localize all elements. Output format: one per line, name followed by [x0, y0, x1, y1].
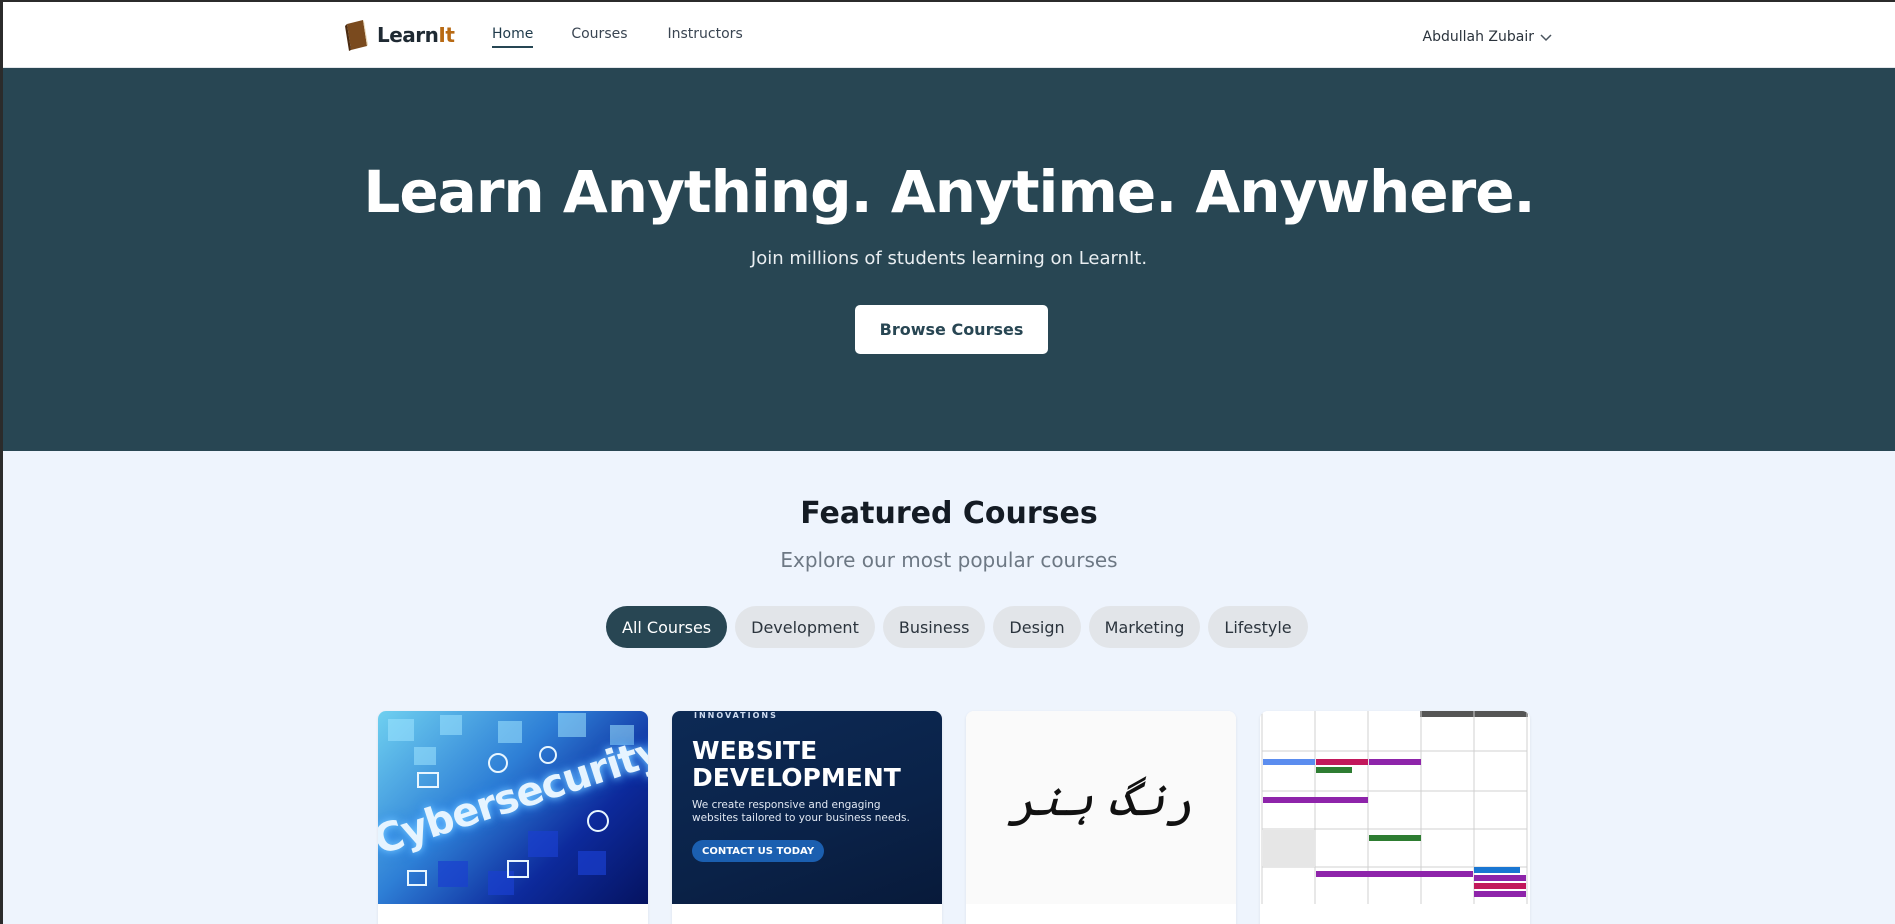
thumbnail-description: We create responsive and engaging websit…	[692, 799, 910, 824]
category-filters: All Courses Development Business Design …	[606, 606, 1308, 648]
thumbnail-calligraphy: رنگ ہنر	[1008, 771, 1193, 827]
filter-design[interactable]: Design	[993, 606, 1081, 648]
filter-lifestyle[interactable]: Lifestyle	[1208, 606, 1308, 648]
user-name: Abdullah Zubair	[1422, 28, 1534, 45]
featured-subtitle: Explore our most popular courses	[780, 548, 1118, 572]
browse-courses-button[interactable]: Browse Courses	[855, 305, 1048, 354]
hero-banner: Learn Anything. Anytime. Anywhere. Join …	[3, 68, 1895, 451]
top-navbar: LearnIt Home Courses Instructors Abdulla…	[3, 2, 1895, 68]
course-card[interactable]: Cybersecurity	[378, 711, 648, 924]
thumbnail-cta: CONTACT US TODAY	[692, 840, 825, 862]
course-thumbnail	[1260, 711, 1530, 904]
filter-all-courses[interactable]: All Courses	[606, 606, 728, 648]
nav-courses-link[interactable]: Courses	[571, 26, 627, 48]
hero-title: Learn Anything. Anytime. Anywhere.	[363, 158, 1535, 226]
brand-logo[interactable]: LearnIt	[343, 18, 455, 52]
filter-development[interactable]: Development	[735, 606, 875, 648]
calendar-graphic	[1261, 711, 1528, 904]
course-card[interactable]	[1260, 711, 1530, 924]
featured-title: Featured Courses	[800, 496, 1098, 531]
chevron-down-icon	[1540, 27, 1552, 46]
main-nav: Home Courses Instructors	[492, 26, 743, 48]
filter-marketing[interactable]: Marketing	[1088, 606, 1201, 648]
brand-name: LearnIt	[377, 23, 455, 47]
thumbnail-brand: INNOVATIONS	[694, 711, 778, 720]
course-thumbnail: رنگ ہنر	[966, 711, 1236, 904]
course-thumbnail: INNOVATIONS WEBSITE DEVELOPMENT We creat…	[672, 711, 942, 904]
hero-subtitle: Join millions of students learning on Le…	[750, 248, 1148, 269]
user-menu[interactable]: Abdullah Zubair	[1423, 27, 1552, 46]
book-icon	[343, 18, 371, 52]
nav-home-link[interactable]: Home	[492, 26, 534, 48]
course-card[interactable]: INNOVATIONS WEBSITE DEVELOPMENT We creat…	[672, 711, 942, 924]
thumbnail-title: WEBSITE DEVELOPMENT	[692, 736, 901, 792]
nav-instructors-link[interactable]: Instructors	[668, 26, 743, 48]
course-thumbnail: Cybersecurity	[378, 711, 648, 904]
course-grid: Cybersecurity INNOVATIONS WEBSITE DEVELO…	[378, 711, 1530, 924]
course-card[interactable]: رنگ ہنر	[966, 711, 1236, 924]
filter-business[interactable]: Business	[882, 606, 986, 648]
